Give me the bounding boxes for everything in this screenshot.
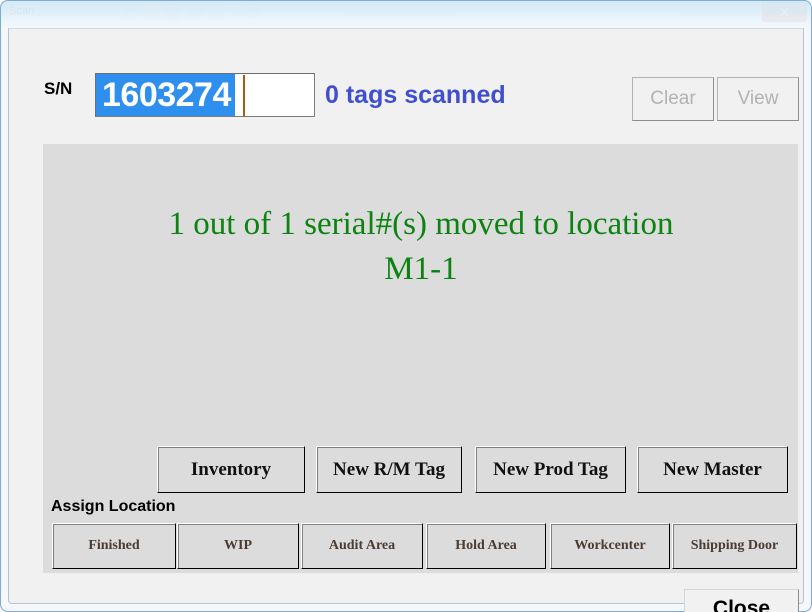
window-close-button[interactable]: ✕ <box>762 2 807 22</box>
new-prod-tag-button[interactable]: New Prod Tag <box>475 446 626 493</box>
client-area: S/N 1603274 0 tags scanned Clear View 1 … <box>8 28 804 612</box>
close-button[interactable]: Close <box>684 589 799 612</box>
serial-number-input[interactable]: 1603274 <box>95 73 315 117</box>
background-icon-4 <box>188 4 201 18</box>
tags-scanned-status: 0 tags scanned <box>325 81 506 109</box>
background-icon-7 <box>248 5 257 17</box>
view-button[interactable]: View <box>717 77 799 121</box>
close-icon: ✕ <box>779 4 790 20</box>
assign-location-label: Assign Location <box>51 498 176 515</box>
clear-button[interactable]: Clear <box>632 77 714 121</box>
title-bar: Scan ✕ <box>0 0 812 28</box>
background-icon-2 <box>144 4 157 18</box>
finished-button[interactable]: Finished <box>52 523 176 569</box>
glass-background-icons <box>122 1 282 21</box>
new-rm-tag-button[interactable]: New R/M Tag <box>316 446 462 493</box>
status-message-line2: M1-1 <box>384 251 458 287</box>
serial-number-label: S/N <box>44 79 73 98</box>
wip-button[interactable]: WIP <box>177 523 299 569</box>
serial-number-value: 1603274 <box>96 74 235 116</box>
text-caret <box>243 75 245 116</box>
background-icon-6 <box>232 7 239 15</box>
status-message-line1: 1 out of 1 serial#(s) moved to location <box>168 206 674 242</box>
hold-area-button[interactable]: Hold Area <box>426 523 546 569</box>
window-title: Scan <box>9 5 35 17</box>
inventory-button[interactable]: Inventory <box>157 446 305 493</box>
workcenter-button[interactable]: Workcenter <box>550 523 670 569</box>
new-master-button[interactable]: New Master <box>637 446 788 493</box>
background-icon-3 <box>166 4 179 18</box>
background-icon-5 <box>210 4 223 18</box>
background-icon-1 <box>122 4 135 18</box>
status-message: 1 out of 1 serial#(s) moved to location … <box>43 202 799 292</box>
scan-window: Scan ✕ S/N 1603274 0 tags scanned Clear … <box>0 0 812 612</box>
audit-area-button[interactable]: Audit Area <box>301 523 423 569</box>
shipping-door-button[interactable]: Shipping Door <box>672 523 797 569</box>
